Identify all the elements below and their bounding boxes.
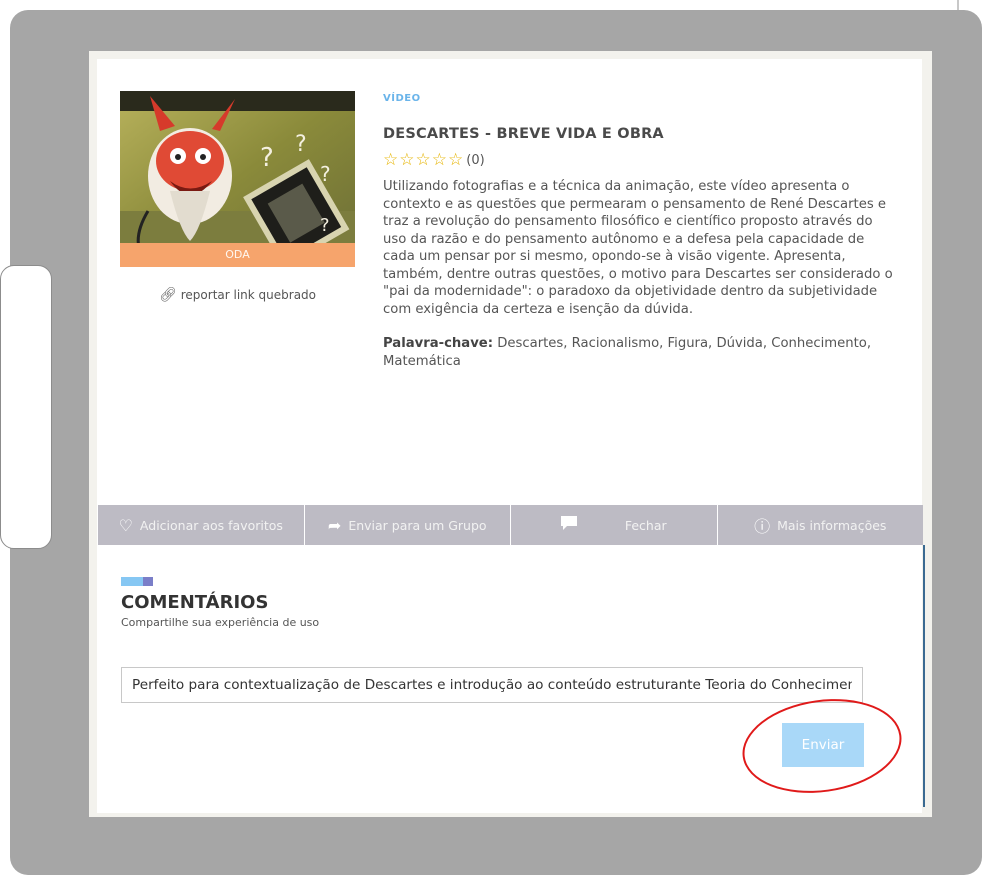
report-broken-link[interactable]: 🔗︎ reportar link quebrado <box>120 287 355 303</box>
add-favorites-label: Adicionar aos favoritos <box>139 517 283 533</box>
speech-bubble-icon <box>560 515 577 535</box>
section-border <box>923 545 925 807</box>
comments-subtitle: Compartilhe sua experiência de uso <box>121 616 320 629</box>
star-icon[interactable]: ☆ <box>448 151 463 169</box>
star-icon[interactable]: ☆ <box>416 151 431 169</box>
keywords-label: Palavra-chave: <box>383 336 494 351</box>
svg-text:?: ? <box>320 162 331 186</box>
resource-description: Utilizando fotografias e a técnica da an… <box>383 179 893 317</box>
star-rating: ☆ ☆ ☆ ☆ ☆ (0) <box>383 151 893 169</box>
svg-text:?: ? <box>295 132 307 157</box>
section-accent <box>121 577 881 586</box>
background-side-panel <box>0 265 52 549</box>
link-icon: 🔗︎ <box>158 287 177 303</box>
comments-title: COMENTÁRIOS <box>121 592 269 613</box>
more-info-label: Mais informações <box>777 517 887 533</box>
rating-count: (0) <box>466 152 485 168</box>
star-icon[interactable]: ☆ <box>383 151 398 169</box>
resource-keywords: Palavra-chave: Descartes, Racionalismo, … <box>383 335 893 370</box>
star-icon[interactable]: ☆ <box>432 151 447 169</box>
resource-info: VÍDEO DESCARTES - BREVE VIDA E OBRA ☆ ☆ … <box>383 93 893 370</box>
video-thumbnail[interactable]: ? ? ? ? ODA <box>120 91 355 267</box>
star-icon[interactable]: ☆ <box>399 151 414 169</box>
thumbnail-type-label: ODA <box>120 243 355 267</box>
resource-card: ? ? ? ? ODA 🔗︎ reportar link quebrado VÍD… <box>97 59 925 813</box>
close-label: Fechar <box>624 517 667 533</box>
comment-input[interactable] <box>121 667 863 703</box>
devil-animation-image: ? ? ? ? <box>120 91 355 267</box>
comments-section: COMENTÁRIOS Compartilhe sua experiência … <box>121 577 881 629</box>
close-button[interactable]: Fechar <box>511 505 718 545</box>
svg-text:?: ? <box>320 215 330 236</box>
report-link-label: reportar link quebrado <box>180 288 317 302</box>
share-arrow-icon: ➦ <box>327 515 342 535</box>
heart-icon: ♡ <box>118 515 133 535</box>
resource-type-label: VÍDEO <box>383 93 421 104</box>
action-bar: ♡ Adicionar aos favoritos ➦ Enviar para … <box>98 505 923 545</box>
resource-title: DESCARTES - BREVE VIDA E OBRA <box>383 126 664 142</box>
more-info-button[interactable]: ⓘ Mais informações <box>718 505 924 545</box>
svg-text:?: ? <box>260 143 274 173</box>
send-to-group-label: Enviar para um Grupo <box>348 517 487 533</box>
send-to-group-button[interactable]: ➦ Enviar para um Grupo <box>305 505 511 545</box>
add-favorites-button[interactable]: ♡ Adicionar aos favoritos <box>98 505 305 545</box>
info-circle-icon: ⓘ <box>754 517 771 536</box>
